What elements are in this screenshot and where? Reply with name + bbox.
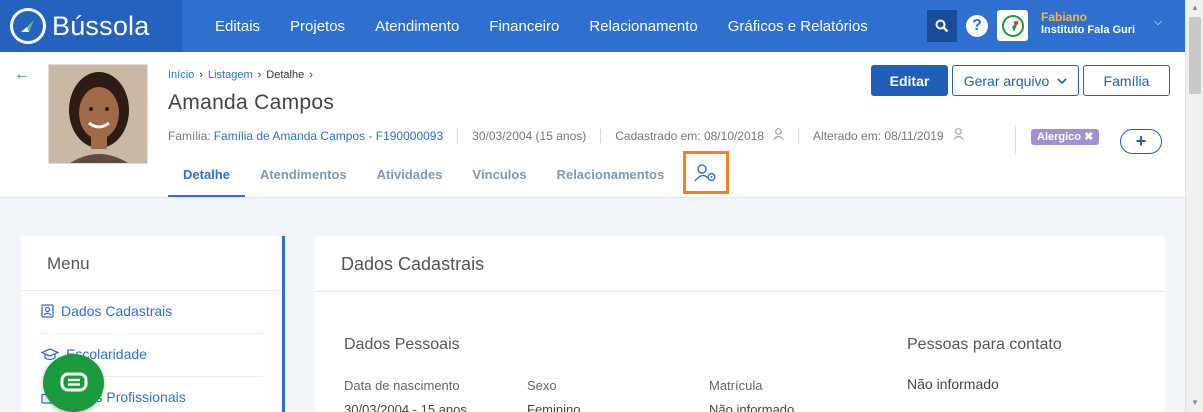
chevron-right-icon: › (309, 69, 313, 81)
tab-atendimentos[interactable]: Atendimentos (245, 164, 362, 197)
family-link[interactable]: Família de Amanda Campos - F190000093 (214, 129, 443, 143)
compass-logo-icon (10, 8, 46, 44)
card-title: Dados Cadastrais (341, 254, 485, 274)
tab-user-settings[interactable] (683, 151, 729, 194)
user-icon[interactable] (952, 128, 964, 143)
profile-tabs: Detalhe Atendimentos Atividades Vínculos… (168, 164, 679, 197)
family-label: Família: (168, 128, 211, 143)
page-scrollbar[interactable]: ▲ ▼ (1185, 0, 1203, 412)
details-card: Dados Cadastrais Dados Pessoais Pessoas … (315, 236, 1165, 412)
help-icon[interactable]: ? (966, 15, 988, 37)
chevron-right-icon: › (257, 69, 262, 81)
field-value-birth: 30/03/2004 - 15 anos (344, 402, 467, 412)
birth-date: 30/03/2004 (15 anos) (472, 128, 587, 143)
brand[interactable]: Bússola (0, 0, 182, 52)
breadcrumb-current: Detalhe (266, 69, 305, 81)
scroll-down-icon[interactable]: ▼ (1191, 398, 1199, 407)
scroll-up-icon[interactable]: ▲ (1191, 3, 1199, 12)
chevron-right-icon: › (199, 69, 203, 81)
back-arrow-icon[interactable]: ← (14, 66, 30, 84)
breadcrumb: Início › Listagem › Detalhe › (168, 69, 313, 81)
allergy-tag[interactable]: Alergico ✖ (1031, 129, 1100, 145)
page-title: Amanda Campos (168, 91, 335, 114)
breadcrumb-list[interactable]: Listagem (208, 69, 253, 81)
divider (41, 333, 263, 334)
plus-icon: + (1135, 131, 1147, 151)
user-menu[interactable]: Fabiano Instituto Fala Guri (1041, 11, 1135, 37)
section-title-contacts: Pessoas para contato (907, 336, 1062, 353)
search-button[interactable] (927, 10, 957, 42)
family-button[interactable]: Família (1083, 65, 1170, 96)
tab-detalhe[interactable]: Detalhe (168, 164, 245, 197)
scroll-thumb[interactable] (1189, 17, 1201, 94)
tab-atividades[interactable]: Atividades (362, 164, 458, 197)
id-card-icon (41, 304, 54, 318)
edit-button[interactable]: Editar (871, 65, 948, 96)
person-meta: Família: Família de Amanda Campos - F190… (168, 128, 964, 143)
section-title-personal: Dados Pessoais (344, 336, 460, 353)
divider (798, 128, 800, 143)
brand-name: Bússola (52, 10, 150, 41)
org-logo-icon[interactable] (997, 10, 1028, 41)
add-tag-button[interactable]: + (1120, 129, 1162, 154)
divider (315, 291, 1165, 292)
chevron-down-icon[interactable]: ⌵ (1154, 16, 1162, 29)
user-icon[interactable] (773, 128, 784, 143)
menu-item-dados-cadastrais[interactable]: Dados Cadastrais (41, 303, 172, 319)
chat-button[interactable] (43, 354, 104, 412)
created-date: Cadastrado em: 08/10/2018 (615, 128, 765, 143)
search-icon (935, 19, 949, 33)
divider (600, 128, 602, 143)
profile-photo (48, 64, 148, 164)
contacts-value: Não informado (907, 376, 999, 392)
field-label-birth: Data de nascimento (344, 378, 460, 393)
menu-item-label: Dados Cadastrais (61, 303, 173, 319)
nav-relacionamento[interactable]: Relacionamento (574, 18, 712, 35)
generate-file-button[interactable]: Gerar arquivo (952, 65, 1079, 96)
nav-financeiro[interactable]: Financeiro (474, 18, 574, 35)
chat-icon (60, 372, 87, 392)
tab-vinculos[interactable]: Vínculos (457, 164, 541, 197)
user-settings-icon (694, 163, 716, 181)
nav-projetos[interactable]: Projetos (275, 18, 360, 35)
field-label-sex: Sexo (527, 378, 557, 393)
nav-atendimento[interactable]: Atendimento (360, 18, 474, 35)
nav-editais[interactable]: Editais (200, 18, 275, 35)
field-label-registration: Matrícula (709, 378, 763, 393)
chevron-down-icon (1057, 77, 1067, 84)
top-navbar: Bússola Editais Projetos Atendimento Fin… (0, 0, 1185, 52)
main-nav: Editais Projetos Atendimento Financeiro … (200, 0, 883, 52)
user-org: Instituto Fala Guri (1041, 24, 1136, 36)
nav-graficos-relatorios[interactable]: Gráficos e Relatórios (713, 18, 883, 35)
divider (457, 128, 459, 143)
menu-title: Menu (47, 254, 90, 273)
field-value-registration: Não informado (709, 402, 795, 412)
user-name: Fabiano (1041, 10, 1088, 24)
updated-date: Alterado em: 08/11/2019 (813, 128, 944, 143)
field-value-sex: Feminino (527, 402, 581, 412)
breadcrumb-home[interactable]: Início (168, 69, 194, 81)
divider (21, 290, 282, 291)
tab-relacionamentos[interactable]: Relacionamentos (542, 164, 680, 197)
divider (1015, 126, 1016, 154)
generate-file-label: Gerar arquivo (963, 72, 1050, 89)
profile-header: ← Início › Listagem › Detalhe › Amanda C… (0, 52, 1185, 198)
